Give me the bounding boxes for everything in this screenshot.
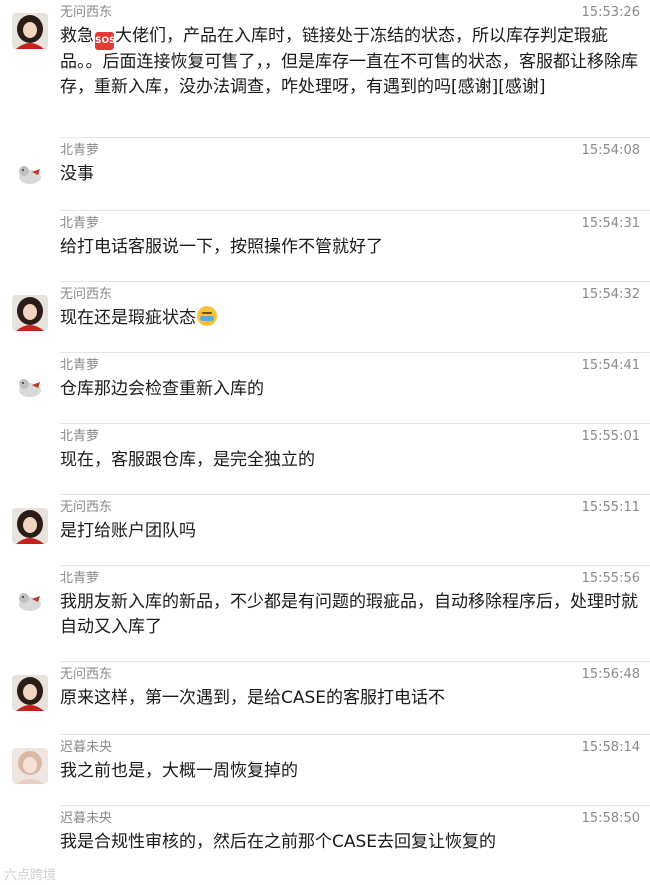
dog-avatar[interactable] bbox=[12, 155, 48, 191]
chat-message: 无问西东 15:54:32 现在还是瑕疵状态 bbox=[0, 282, 650, 352]
woman-avatar[interactable] bbox=[12, 295, 48, 331]
chat-message: 北青萝 15:54:08 没事 bbox=[0, 138, 650, 210]
message-text: 是打给账户团队吗 bbox=[60, 521, 196, 541]
sender-name: 北青萝 bbox=[60, 571, 100, 586]
message-text: 我之前也是，大概一周恢复掉的 bbox=[60, 761, 298, 781]
message-time: 15:54:41 bbox=[581, 358, 640, 373]
chat-message: 无问西东 15:56:48 原来这样，第一次遇到，是给CASE的客服打电话不 bbox=[0, 662, 650, 734]
message-time: 15:55:01 bbox=[581, 429, 640, 444]
laugh-cry-emoji-icon bbox=[197, 306, 217, 326]
chat-message: 北青萝 15:54:41 仓库那边会检查重新入库的 bbox=[0, 353, 650, 423]
message-time: 15:58:14 bbox=[581, 740, 640, 755]
sender-name: 无问西东 bbox=[60, 5, 113, 20]
message-time: 15:54:31 bbox=[581, 216, 640, 231]
chat-message: 无问西东 15:53:26 救急SOS大佬们，产品在入库时，链接处于冻结的状态，… bbox=[0, 0, 650, 137]
message-time: 15:56:48 bbox=[581, 667, 640, 682]
dog-avatar[interactable] bbox=[12, 582, 48, 618]
dog-avatar[interactable] bbox=[12, 368, 48, 404]
sender-name: 北青萝 bbox=[60, 216, 100, 231]
sender-name: 北青萝 bbox=[60, 143, 100, 158]
message-time: 15:55:56 bbox=[581, 571, 640, 586]
message-time: 15:55:11 bbox=[581, 500, 640, 515]
chat-message: 北青萝 15:55:56 我朋友新入库的新品，不少都是有问题的瑕疵品，自动移除程… bbox=[0, 566, 650, 661]
message-text: 我朋友新入库的新品，不少都是有问题的瑕疵品，自动移除程序后，处理时就自动又入库了 bbox=[60, 592, 638, 637]
message-text: 给打电话客服说一下，按照操作不管就好了 bbox=[60, 237, 383, 257]
sender-name: 北青萝 bbox=[60, 429, 100, 444]
chat-message: 北青萝 15:55:01 现在，客服跟仓库，是完全独立的 bbox=[0, 424, 650, 494]
message-text-part: 救急 bbox=[60, 26, 94, 46]
message-text: 现在还是瑕疵状态 bbox=[60, 306, 640, 331]
watermark: 六点跨境 bbox=[4, 868, 57, 883]
sender-name: 无问西东 bbox=[60, 500, 113, 515]
chat-history: 无问西东 15:53:26 救急SOS大佬们，产品在入库时，链接处于冻结的状态，… bbox=[0, 0, 650, 876]
sender-name: 无问西东 bbox=[60, 287, 113, 302]
message-text-part: 大佬们，产品在入库时，链接处于冻结的状态，所以库存判定瑕疵品。。后面连接恢复可售… bbox=[60, 26, 638, 97]
sender-name: 迟暮未央 bbox=[60, 811, 113, 826]
chat-message: 迟暮未央 15:58:14 我之前也是，大概一周恢复掉的 bbox=[0, 735, 650, 805]
message-time: 15:53:26 bbox=[581, 5, 640, 20]
message-text: 仓库那边会检查重新入库的 bbox=[60, 379, 264, 399]
message-time: 15:58:50 bbox=[581, 811, 640, 826]
message-text: 现在，客服跟仓库，是完全独立的 bbox=[60, 450, 315, 470]
message-text-part: 现在还是瑕疵状态 bbox=[60, 308, 196, 328]
sender-name: 北青萝 bbox=[60, 358, 100, 373]
message-text: 原来这样，第一次遇到，是给CASE的客服打电话不 bbox=[60, 688, 446, 708]
message-time: 15:54:32 bbox=[581, 287, 640, 302]
chat-message: 迟暮未央 15:58:50 我是合规性审核的，然后在之前那个CASE去回复让恢复… bbox=[0, 806, 650, 876]
chat-message: 北青萝 15:54:31 给打电话客服说一下，按照操作不管就好了 bbox=[0, 211, 650, 281]
message-time: 15:54:08 bbox=[581, 143, 640, 158]
girl-avatar[interactable] bbox=[12, 748, 48, 784]
woman-avatar[interactable] bbox=[12, 675, 48, 711]
message-text: 我是合规性审核的，然后在之前那个CASE去回复让恢复的 bbox=[60, 832, 497, 852]
chat-message: 无问西东 15:55:11 是打给账户团队吗 bbox=[0, 495, 650, 565]
woman-avatar[interactable] bbox=[12, 13, 48, 49]
message-text: 没事 bbox=[60, 164, 94, 184]
sender-name: 无问西东 bbox=[60, 667, 113, 682]
message-text: 救急SOS大佬们，产品在入库时，链接处于冻结的状态，所以库存判定瑕疵品。。后面连… bbox=[60, 24, 640, 100]
woman-avatar[interactable] bbox=[12, 508, 48, 544]
sos-icon: SOS bbox=[95, 32, 116, 50]
sender-name: 迟暮未央 bbox=[60, 740, 113, 755]
